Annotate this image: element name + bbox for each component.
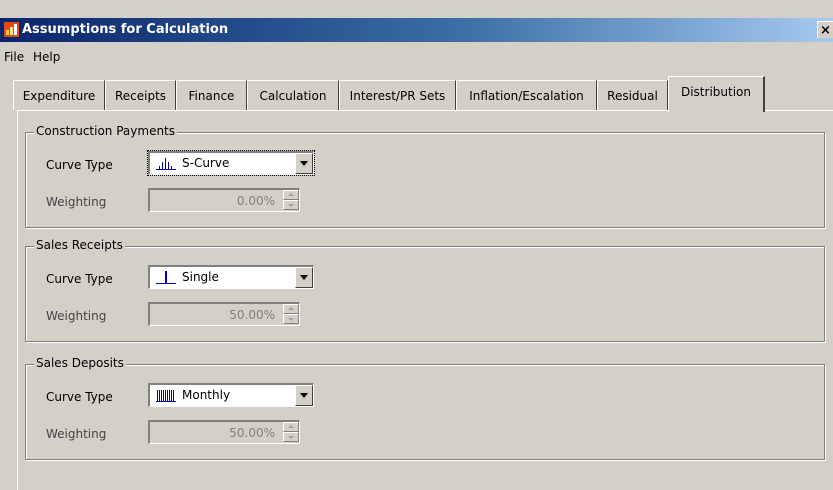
weighting-value: 0.00% [236,194,275,208]
single-icon [156,271,176,284]
tab-inflation-escalation[interactable]: Inflation/Escalation [456,80,597,110]
tab-receipts[interactable]: Receipts [105,80,176,110]
weighting-label: Weighting [46,309,107,323]
chevron-down-icon[interactable] [295,385,313,406]
menu-bar: File Help [0,44,833,66]
curve-type-select[interactable]: S-Curve [147,150,315,176]
sales-deposits-group: Sales Deposits Curve Type Monthly Weight… [25,356,825,460]
sales-receipts-group: Sales Receipts Curve Type Single Weighti… [25,238,825,342]
menu-file[interactable]: File [4,50,24,64]
construction-payments-group: Construction Payments Curve Type S-Curve… [25,124,825,228]
group-title: Sales Deposits [34,356,126,370]
close-icon: × [820,23,831,38]
chevron-down-icon[interactable] [295,153,313,174]
curve-type-label: Curve Type [46,158,113,172]
weighting-label: Weighting [46,195,107,209]
menu-help[interactable]: Help [33,50,60,64]
chevron-down-icon[interactable] [295,267,313,288]
monthly-icon [156,390,176,402]
weighting-value: 50.00% [229,426,275,440]
weighting-value: 50.00% [229,308,275,322]
tab-finance[interactable]: Finance [176,80,247,110]
spin-up-icon[interactable] [283,304,299,314]
group-title: Sales Receipts [34,238,125,252]
group-title: Construction Payments [34,124,178,138]
tab-interest-pr-sets[interactable]: Interest/PR Sets [339,80,456,110]
spin-down-icon[interactable] [283,200,299,210]
curve-type-select[interactable]: Single [148,265,314,289]
weighting-spinner[interactable]: 50.00% [148,420,300,444]
curve-type-label: Curve Type [46,390,113,404]
weighting-label: Weighting [46,427,107,441]
weighting-spinner[interactable]: 50.00% [148,302,300,326]
spin-down-icon[interactable] [283,432,299,442]
tab-expenditure[interactable]: Expenditure [13,80,105,110]
curve-type-value: S-Curve [182,156,230,170]
s-curve-icon [156,158,176,170]
spin-up-icon[interactable] [283,190,299,200]
spin-down-icon[interactable] [283,314,299,324]
weighting-spinner[interactable]: 0.00% [148,188,300,212]
curve-type-value: Monthly [182,388,231,402]
tab-calculation[interactable]: Calculation [247,80,339,110]
window-title: Assumptions for Calculation [22,22,229,37]
curve-type-value: Single [182,270,219,284]
curve-type-select[interactable]: Monthly [148,383,314,407]
tab-residual[interactable]: Residual [597,80,668,110]
tab-distribution[interactable]: Distribution [668,76,765,112]
spin-up-icon[interactable] [283,422,299,432]
close-button[interactable]: × [817,21,833,38]
title-bar: Assumptions for Calculation × [0,18,833,42]
app-icon [4,22,19,37]
curve-type-label: Curve Type [46,272,113,286]
